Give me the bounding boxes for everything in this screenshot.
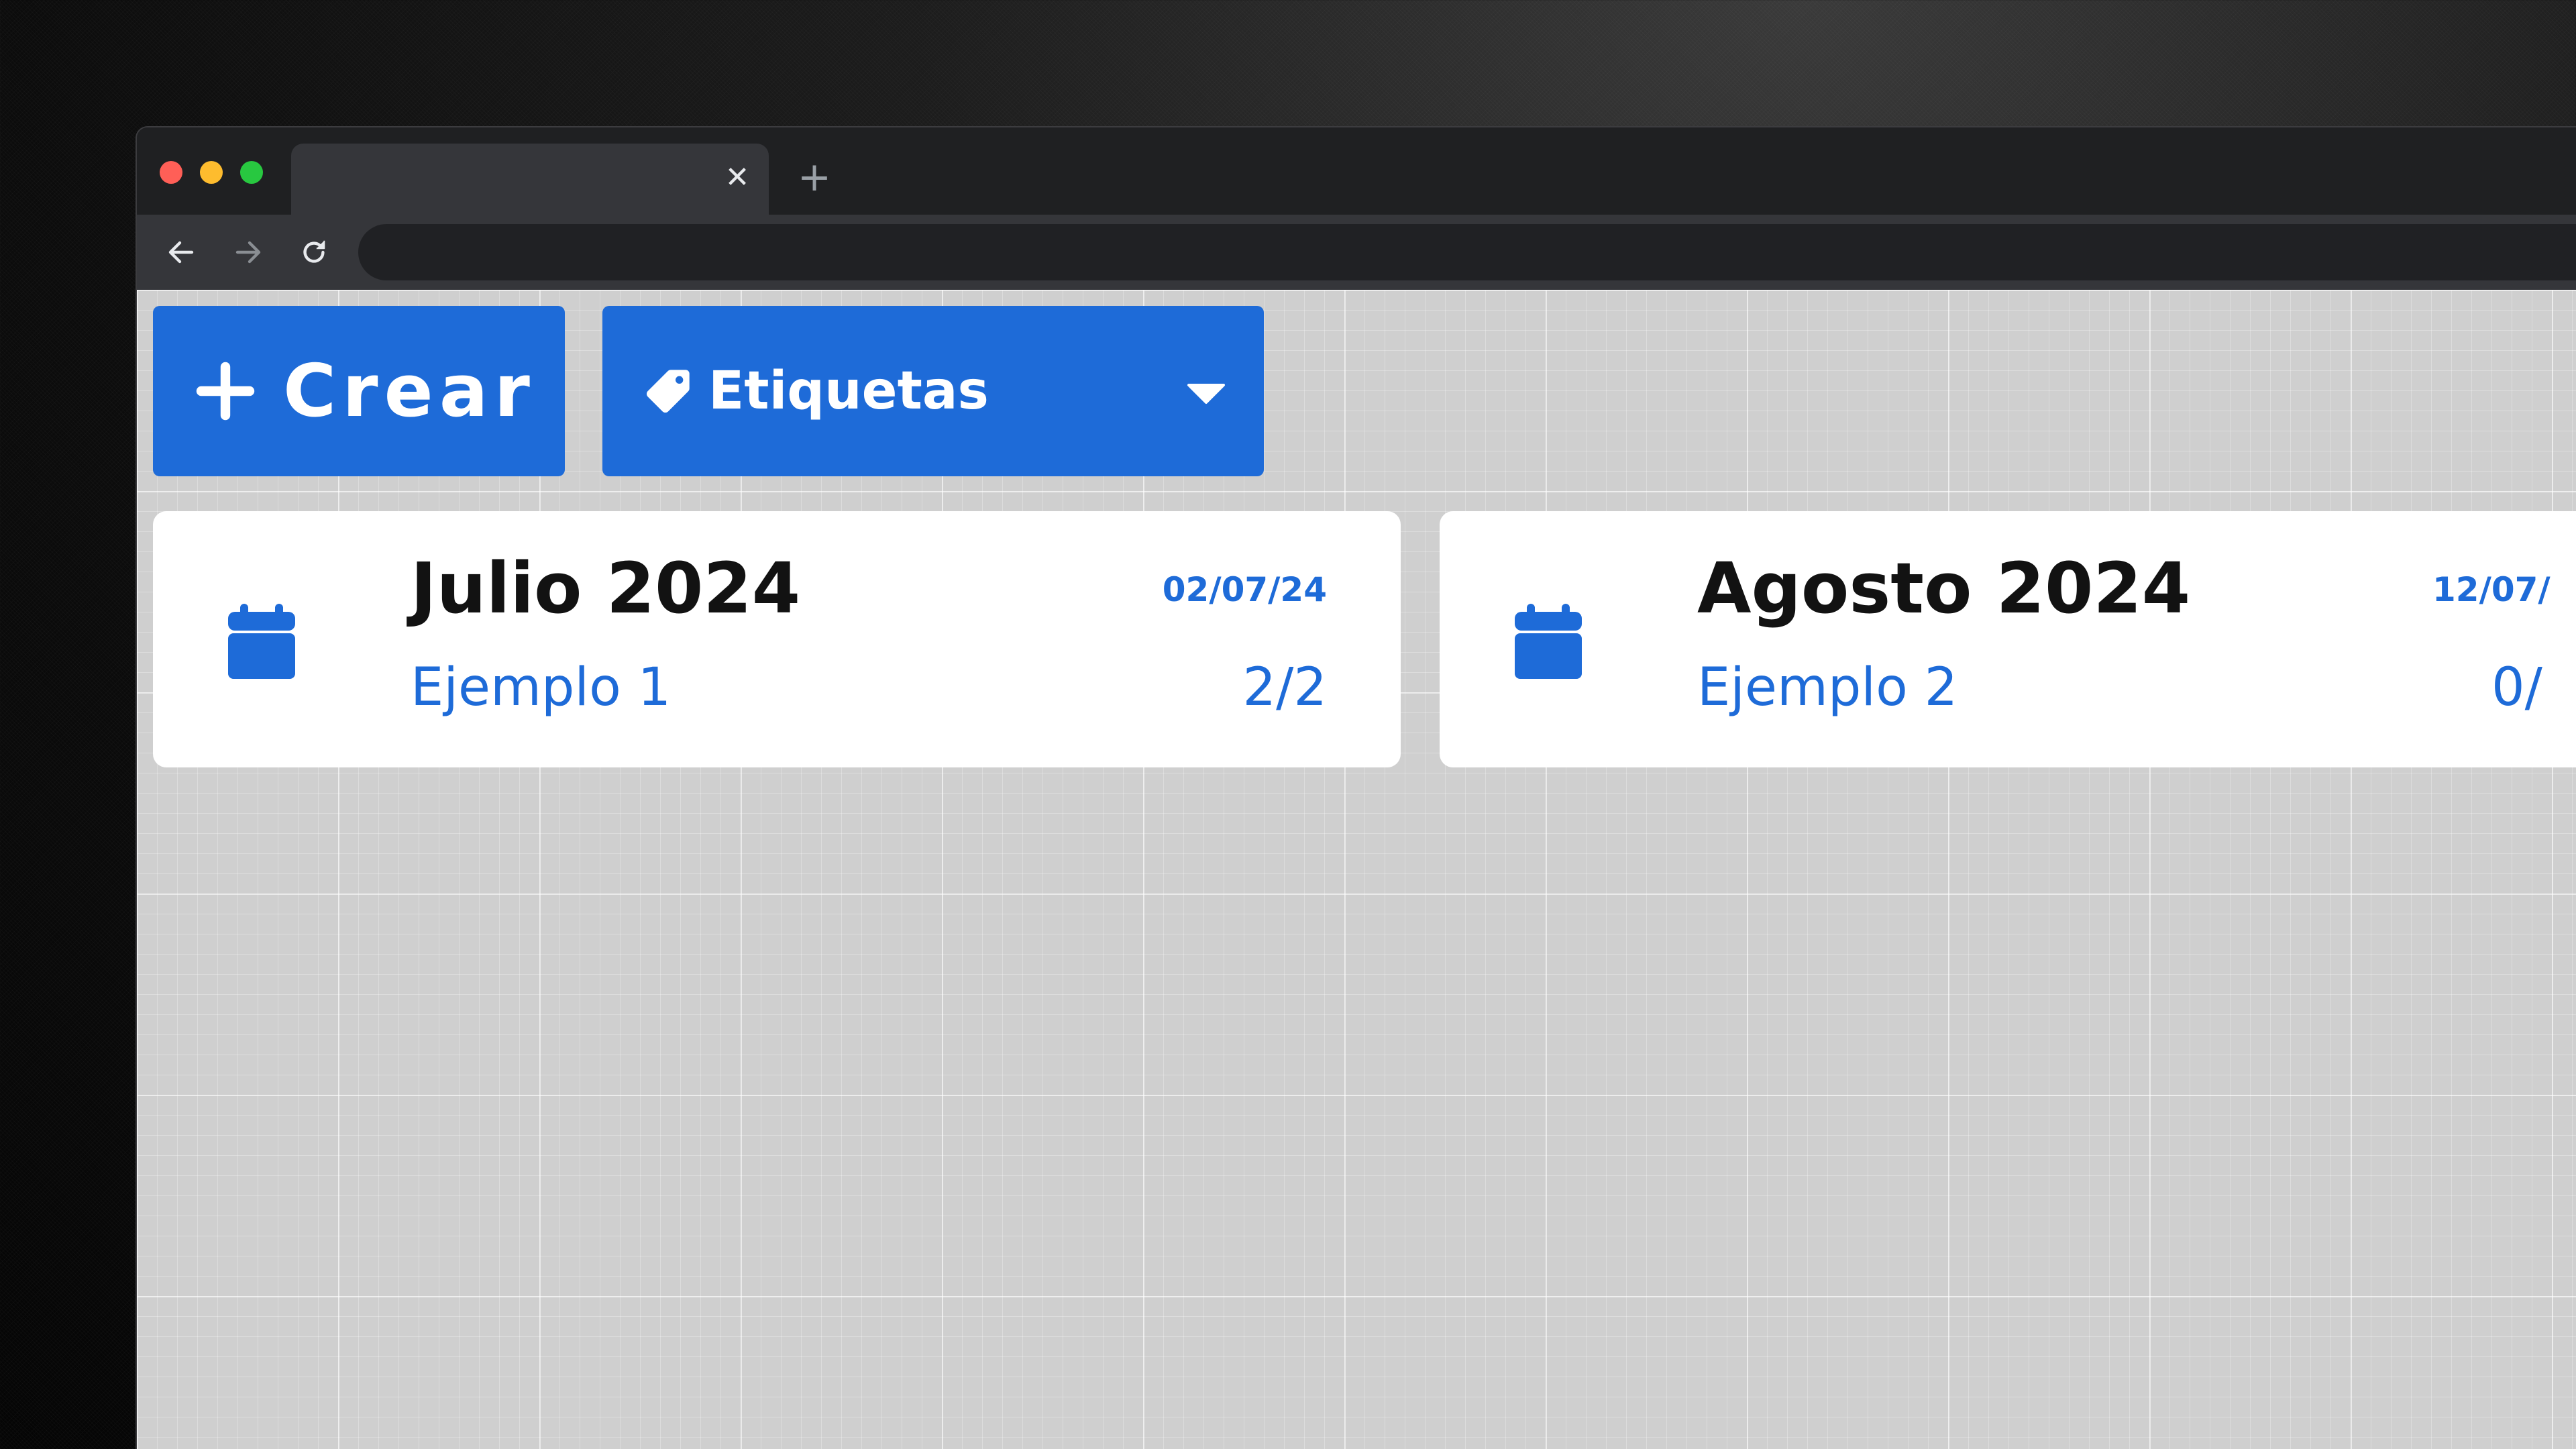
minimize-window-button[interactable] [200, 161, 223, 184]
close-window-button[interactable] [160, 161, 182, 184]
create-button[interactable]: Crear [153, 306, 565, 476]
maximize-window-button[interactable] [240, 161, 263, 184]
caret-down-icon [1186, 380, 1226, 407]
reload-icon[interactable] [295, 233, 333, 271]
event-card[interactable]: Julio 2024 02/07/24 Ejemplo 1 2/2 [153, 511, 1401, 767]
calendar-icon [1515, 604, 1582, 679]
new-tab-icon[interactable]: + [794, 157, 835, 197]
event-card[interactable]: Agosto 2024 12/07/ Ejemplo 2 0/ [1440, 511, 2576, 767]
page-viewport: Crear Etiquetas Julio 2024 02/07/24 Ejem… [137, 290, 2576, 1449]
browser-toolbar [137, 215, 2576, 290]
card-date: 12/07/ [2432, 570, 2551, 609]
plus-icon [193, 359, 258, 423]
calendar-icon [228, 604, 295, 679]
back-arrow-icon[interactable] [162, 233, 200, 271]
tags-dropdown-label: Etiquetas [708, 361, 989, 421]
tab-bar: ✕ + [137, 127, 2576, 215]
tag-icon [641, 364, 695, 418]
card-count: 0/ [2491, 657, 2542, 718]
close-tab-icon[interactable]: ✕ [720, 161, 754, 195]
card-subtitle: Ejemplo 1 [411, 657, 672, 718]
card-count: 2/2 [1242, 657, 1327, 718]
browser-window: ✕ + Crear Etiquetas Julio 2024 02/07/24 … [136, 126, 2576, 1449]
card-subtitle: Ejemplo 2 [1697, 657, 1958, 718]
address-bar[interactable] [358, 224, 2576, 280]
browser-tab[interactable]: ✕ [291, 144, 769, 215]
card-title: Agosto 2024 [1697, 547, 2191, 629]
create-button-label: Crear [283, 349, 536, 433]
card-title: Julio 2024 [411, 547, 801, 629]
card-date: 02/07/24 [1162, 570, 1327, 609]
tags-dropdown[interactable]: Etiquetas [602, 306, 1264, 476]
forward-arrow-icon[interactable] [229, 233, 267, 271]
